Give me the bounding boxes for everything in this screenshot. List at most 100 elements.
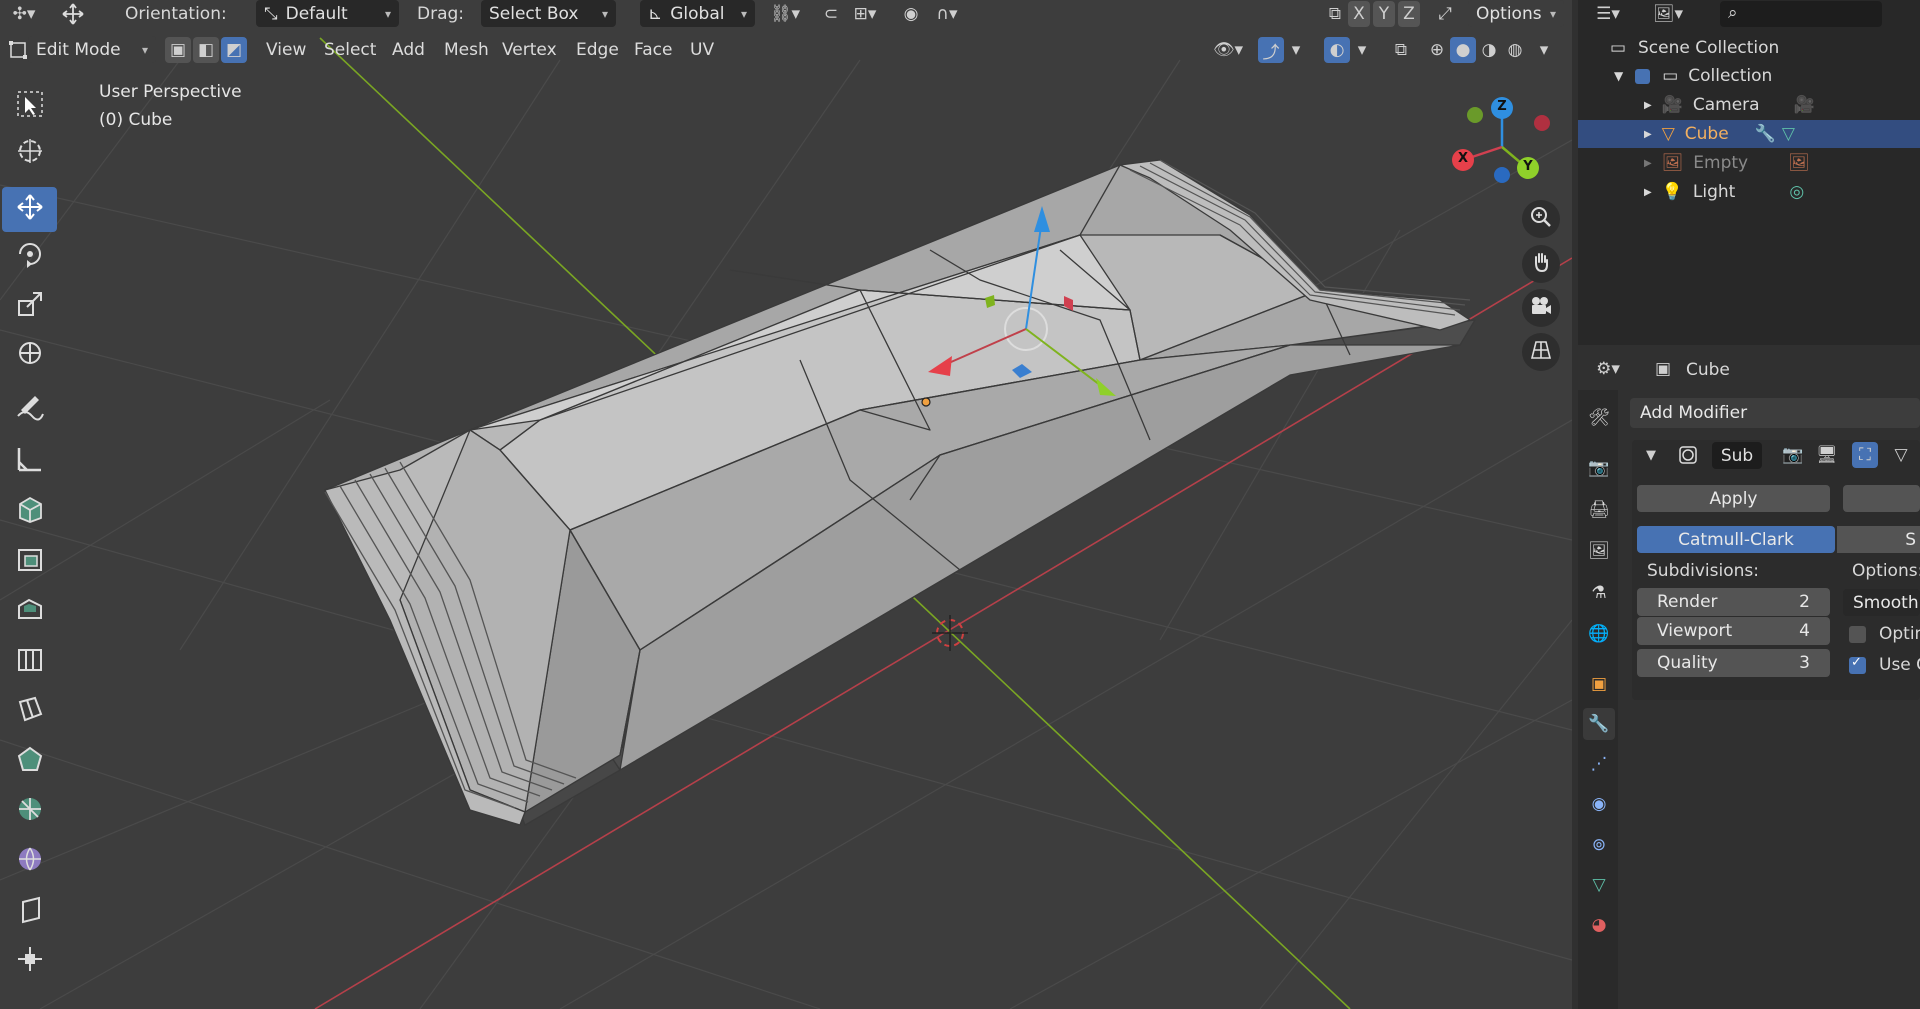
perspective-toggle-button[interactable] xyxy=(1522,333,1560,371)
camera-view-button[interactable] xyxy=(1522,289,1560,327)
render-levels-field[interactable]: Render 2 xyxy=(1637,588,1830,616)
transform-pivot-icon[interactable] xyxy=(60,1,86,27)
shrink-fatten-tool[interactable] xyxy=(2,939,57,984)
vertex-select-mode[interactable]: ▣ xyxy=(165,37,191,63)
collection-checkbox[interactable] xyxy=(1635,68,1651,84)
cube-mesh[interactable] xyxy=(324,159,1476,826)
knife-tool[interactable] xyxy=(2,689,57,734)
show-viewport-toggle[interactable]: 🖥 xyxy=(1814,442,1840,468)
tab-tool[interactable]: 🛠 xyxy=(1583,402,1615,434)
overlays-dropdown[interactable]: ▾ xyxy=(1352,37,1372,63)
pivot-point-dropdown[interactable]: ⛓▾ xyxy=(765,1,805,27)
measure-tool[interactable] xyxy=(2,439,57,484)
tab-material[interactable]: ◕ xyxy=(1583,909,1615,941)
add-modifier-button[interactable]: Add Modifier xyxy=(1630,398,1920,428)
mode-dropdown[interactable]: Edit Mode ▾ xyxy=(28,36,156,63)
menu-face[interactable]: Face xyxy=(626,37,680,63)
collapse-arrow-icon[interactable]: ▼ xyxy=(1638,442,1664,468)
mirror-y-toggle[interactable]: Y xyxy=(1373,1,1395,27)
rendered-shading[interactable]: ◍ xyxy=(1502,37,1528,63)
menu-select[interactable]: Select xyxy=(316,37,384,63)
visibility-dropdown[interactable]: 👁▾ xyxy=(1208,37,1248,63)
tab-physics[interactable]: ◉ xyxy=(1583,788,1615,820)
shear-tool[interactable] xyxy=(2,889,57,934)
material-shading[interactable]: ◑ xyxy=(1476,37,1502,63)
outliner-item-camera[interactable]: ▶ 🎥 Camera 🎥 xyxy=(1578,91,1920,119)
tab-object[interactable]: ▣ xyxy=(1583,668,1615,700)
auto-merge-toggle[interactable]: ⤢ xyxy=(1432,1,1458,27)
editmode-cage-toggle[interactable]: 📷 xyxy=(1780,442,1806,468)
copy-button[interactable] xyxy=(1843,485,1920,512)
falloff-dropdown[interactable]: ∩▾ xyxy=(928,1,966,27)
shading-dropdown[interactable]: ▾ xyxy=(1534,37,1554,63)
spin-tool[interactable] xyxy=(2,789,57,834)
optimal-display-checkbox[interactable] xyxy=(1849,626,1866,643)
tab-world[interactable]: 🌐 xyxy=(1583,618,1615,650)
simple-option[interactable]: S xyxy=(1837,526,1920,553)
solid-shading[interactable]: ● xyxy=(1450,37,1476,63)
smooth-tool[interactable] xyxy=(2,839,57,884)
mirror-options-button[interactable]: ⧉ xyxy=(1322,1,1348,27)
menu-uv[interactable]: UV xyxy=(682,37,722,63)
outliner-item-light[interactable]: ▶ 💡 Light ◎ xyxy=(1578,178,1920,206)
face-select-mode[interactable]: ◩ xyxy=(221,37,247,63)
overlays-toggle[interactable]: ◐ xyxy=(1324,37,1350,63)
use-creases-checkbox[interactable]: ✓ xyxy=(1849,655,1866,674)
outliner-search-input[interactable]: ⌕ xyxy=(1720,1,1882,27)
drag-dropdown[interactable]: Select Box ▾ xyxy=(481,0,616,27)
menu-add[interactable]: Add xyxy=(384,37,433,63)
add-cube-tool[interactable] xyxy=(2,489,57,534)
expand-arrow-icon[interactable]: ▶ xyxy=(1644,129,1652,140)
tab-modifiers[interactable]: 🔧 xyxy=(1583,708,1615,740)
tab-particles[interactable]: ⋰ xyxy=(1583,748,1615,780)
select-box-tool[interactable] xyxy=(2,84,57,129)
rotate-tool[interactable] xyxy=(2,234,57,279)
xray-toggle[interactable]: ⧉ xyxy=(1388,37,1414,63)
annotate-tool[interactable] xyxy=(2,389,57,434)
on-cage-toggle[interactable]: ▽ xyxy=(1888,442,1914,468)
menu-vertex[interactable]: Vertex xyxy=(494,37,565,63)
3d-viewport[interactable]: Z X Y User Perspective (0) Cube ✣▾ Orien… xyxy=(0,0,1572,1009)
outliner-editor-type[interactable]: ☰▾ xyxy=(1588,1,1628,27)
gizmo-dropdown[interactable]: ▾ xyxy=(1286,37,1306,63)
catmull-clark-option[interactable]: Catmull-Clark xyxy=(1637,526,1835,553)
zoom-button[interactable] xyxy=(1522,200,1560,238)
options-dropdown[interactable]: Options ▾ xyxy=(1468,0,1564,27)
expand-arrow-icon[interactable]: ▶ xyxy=(1644,158,1652,169)
quality-field[interactable]: Quality 3 xyxy=(1637,649,1830,677)
tab-view-layer[interactable]: 🖼 xyxy=(1583,535,1615,567)
modifier-name-field[interactable]: Sub xyxy=(1712,442,1762,469)
collection-row[interactable]: ▼ ▭ Collection xyxy=(1578,62,1920,90)
viewport-levels-field[interactable]: Viewport 4 xyxy=(1637,617,1830,645)
extrude-tool[interactable] xyxy=(2,539,57,584)
menu-view[interactable]: View xyxy=(258,37,314,63)
snap-target-dropdown[interactable]: ⊞▾ xyxy=(846,1,884,27)
expand-arrow-icon[interactable]: ▶ xyxy=(1644,100,1652,111)
tab-output[interactable]: 🖨 xyxy=(1583,494,1615,526)
expand-arrow-icon[interactable]: ▶ xyxy=(1644,187,1652,198)
show-in-editmode-toggle[interactable]: ⛶ xyxy=(1852,442,1878,468)
uv-smooth-dropdown[interactable]: Smooth, xyxy=(1843,589,1920,616)
edge-select-mode[interactable]: ◧ xyxy=(193,37,219,63)
menu-edge[interactable]: Edge xyxy=(568,37,627,63)
move-tool[interactable] xyxy=(2,187,57,232)
pan-button[interactable] xyxy=(1522,245,1560,283)
transform-tool[interactable] xyxy=(2,333,57,378)
tab-data[interactable]: ▽ xyxy=(1583,869,1615,901)
transform-orientation-dropdown[interactable]: ⊾ Global ▾ xyxy=(640,0,755,27)
scene-collection-row[interactable]: ▭ Scene Collection xyxy=(1578,34,1920,62)
scale-tool[interactable] xyxy=(2,284,57,329)
menu-mesh[interactable]: Mesh xyxy=(436,37,497,63)
properties-editor-type[interactable]: ⚙▾ xyxy=(1588,356,1628,382)
tab-render[interactable]: 📷 xyxy=(1583,452,1615,484)
cursor-tool[interactable] xyxy=(2,131,57,176)
loop-cut-tool[interactable] xyxy=(2,639,57,684)
gizmo-toggle[interactable]: ⤴ xyxy=(1258,37,1284,63)
outliner-item-empty[interactable]: ▶ 🖼 Empty 🖼 xyxy=(1578,149,1920,177)
proportional-edit-toggle[interactable]: ◉ xyxy=(898,1,924,27)
wireframe-shading[interactable]: ⊕ xyxy=(1424,37,1450,63)
editor-type-button[interactable]: ✣▾ xyxy=(5,1,43,27)
inset-tool[interactable] xyxy=(2,589,57,634)
apply-button[interactable]: Apply xyxy=(1637,485,1830,512)
mirror-z-toggle[interactable]: Z xyxy=(1398,1,1420,27)
